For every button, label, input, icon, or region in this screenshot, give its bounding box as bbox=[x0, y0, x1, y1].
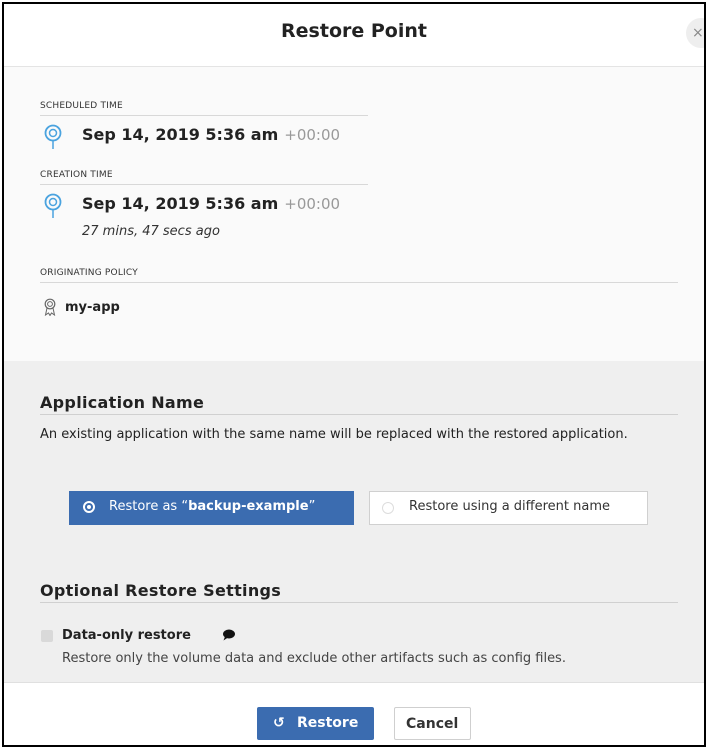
application-name-heading: Application Name bbox=[40, 393, 205, 412]
scheduled-timezone: +00:00 bbox=[284, 126, 341, 144]
radio-unselected-icon bbox=[382, 502, 394, 514]
divider bbox=[40, 184, 368, 185]
restore-button[interactable]: ↺ Restore bbox=[257, 707, 374, 740]
data-only-description: Restore only the volume data and exclude… bbox=[62, 651, 566, 666]
restore-point-dialog: Restore Point × SCHEDULED TIME Sep 14, 2… bbox=[2, 2, 706, 747]
divider bbox=[40, 282, 678, 283]
scheduled-time-value: Sep 14, 2019 5:36 am +00:00 bbox=[82, 125, 340, 144]
restore-as-original-option[interactable]: Restore as “backup-example” bbox=[69, 491, 354, 525]
creation-relative-time: 27 mins, 47 secs ago bbox=[82, 224, 220, 239]
speech-bubble-icon[interactable] bbox=[222, 629, 236, 641]
divider bbox=[40, 602, 678, 603]
backup-name: backup-example bbox=[188, 499, 309, 514]
location-pin-icon bbox=[44, 193, 62, 218]
restore-as-original-label: Restore as “backup-example” bbox=[109, 499, 316, 514]
radio-selected-icon bbox=[83, 501, 95, 513]
application-name-description: An existing application with the same na… bbox=[40, 427, 628, 442]
restore-button-label: Restore bbox=[297, 715, 359, 731]
creation-time-text: Sep 14, 2019 5:36 am bbox=[82, 194, 279, 213]
divider bbox=[40, 115, 368, 116]
data-only-label: Data-only restore bbox=[62, 628, 191, 643]
creation-timezone: +00:00 bbox=[284, 195, 341, 213]
creation-time-label: CREATION TIME bbox=[40, 170, 113, 180]
restore-settings-panel: Application Name An existing application… bbox=[4, 361, 704, 682]
policy-name: my-app bbox=[65, 300, 120, 315]
optional-settings-heading: Optional Restore Settings bbox=[40, 581, 282, 600]
cancel-button[interactable]: Cancel bbox=[394, 707, 471, 740]
restore-arrow-icon: ↺ bbox=[273, 715, 285, 731]
cancel-button-label: Cancel bbox=[406, 716, 459, 732]
location-pin-icon bbox=[44, 124, 62, 149]
close-icon: × bbox=[692, 25, 704, 41]
restore-different-name-label: Restore using a different name bbox=[409, 499, 611, 514]
creation-time-value: Sep 14, 2019 5:36 am +00:00 bbox=[82, 194, 340, 213]
originating-policy-label: ORIGINATING POLICY bbox=[40, 268, 138, 278]
scheduled-time-text: Sep 14, 2019 5:36 am bbox=[82, 125, 279, 144]
restore-point-info: SCHEDULED TIME Sep 14, 2019 5:36 am +00:0… bbox=[4, 67, 704, 361]
close-button[interactable]: × bbox=[686, 18, 704, 48]
dialog-header: Restore Point × bbox=[4, 4, 704, 67]
data-only-checkbox[interactable] bbox=[41, 630, 53, 642]
dialog-footer: ↺ Restore Cancel bbox=[4, 682, 704, 745]
divider bbox=[40, 414, 678, 415]
dialog-title: Restore Point bbox=[281, 20, 427, 42]
ribbon-badge-icon bbox=[44, 298, 56, 316]
restore-different-name-option[interactable]: Restore using a different name bbox=[369, 491, 648, 525]
scheduled-time-label: SCHEDULED TIME bbox=[40, 101, 123, 111]
